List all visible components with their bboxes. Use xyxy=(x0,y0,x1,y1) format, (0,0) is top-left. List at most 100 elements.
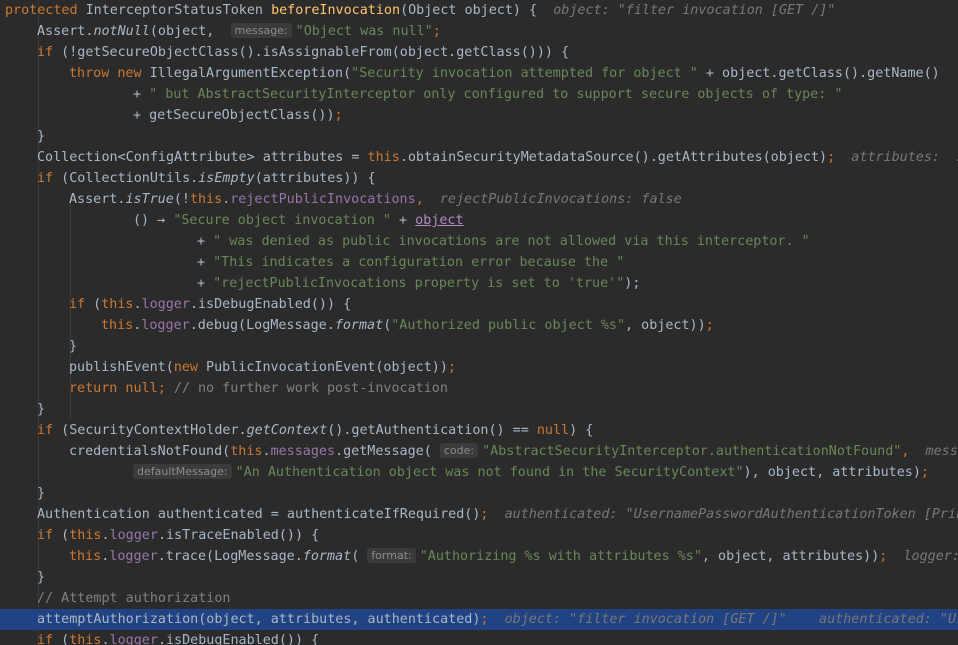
code-token: , object, attributes)) xyxy=(701,549,880,564)
code-token: format xyxy=(302,549,352,564)
code-token: (Object object) { xyxy=(400,3,554,18)
code-line[interactable]: throw new IllegalArgumentException("Secu… xyxy=(0,63,958,84)
code-line[interactable]: publishEvent(new PublicInvocationEvent(o… xyxy=(0,357,958,378)
keyword-token: this xyxy=(189,192,223,207)
code-token: attemptAuthorization(object, attributes,… xyxy=(37,612,481,627)
keyword-token: this xyxy=(69,528,102,543)
code-line[interactable]: // Attempt authorization xyxy=(0,588,958,609)
code-token: Collection<ConfigAttribute> attributes = xyxy=(37,150,368,165)
keyword-token: this xyxy=(101,318,134,333)
code-line[interactable]: return null; // no further work post-inv… xyxy=(0,378,958,399)
code-token: + object.getClass().getName() xyxy=(697,66,940,81)
keyword-token: new xyxy=(173,360,198,375)
code-line[interactable]: } xyxy=(0,336,958,357)
code-token: Authentication authenticated = authentic… xyxy=(37,507,481,522)
code-line[interactable]: if (this.logger.isTraceEnabled()) { xyxy=(0,525,958,546)
parameter-name-hint: format: xyxy=(367,548,416,563)
keyword-token: if xyxy=(37,171,54,186)
code-token: () → xyxy=(133,213,174,228)
code-line[interactable]: + "rejectPublicInvocations property is s… xyxy=(0,273,958,294)
string-literal: "Object was null" xyxy=(295,24,433,39)
parameter-name-hint: message: xyxy=(230,23,292,38)
code-token: (! xyxy=(173,192,190,207)
code-token: .debug(LogMessage. xyxy=(189,318,335,333)
code-editor[interactable]: protected InterceptorStatusToken beforeI… xyxy=(0,0,958,645)
debugger-inline-value: rejectPublicInvocations: false xyxy=(439,192,682,207)
debugger-inline-value: logger: xyxy=(903,549,958,564)
code-line[interactable]: } xyxy=(0,483,958,504)
code-line[interactable]: + " was denied as public invocations are… xyxy=(0,231,958,252)
code-line[interactable]: Assert.notNull(object, message: "Object w… xyxy=(0,21,958,42)
code-token: Assert. xyxy=(69,192,126,207)
code-line[interactable]: } xyxy=(0,567,958,588)
code-line[interactable]: this.logger.debug(LogMessage.format("Aut… xyxy=(0,315,958,336)
code-token: InterceptorStatusToken xyxy=(85,3,272,18)
code-line[interactable]: defaultMessage: "An Authentication object… xyxy=(0,462,958,483)
keyword-token: ; xyxy=(920,465,929,480)
debugger-inline-value: authenticated: "UsernamePasswordAuthenti… xyxy=(504,507,958,522)
code-line[interactable]: if (this.logger.isDebugEnabled()) { xyxy=(0,294,958,315)
code-token: rejectPublicInvocations xyxy=(230,192,416,207)
code-token: logger xyxy=(141,318,190,333)
code-token: + xyxy=(197,276,214,291)
keyword-token: this xyxy=(69,549,102,564)
keyword-token: null xyxy=(536,423,570,438)
code-line[interactable]: if (!getSecureObjectClass().isAssignable… xyxy=(0,42,958,63)
code-token: .obtainSecurityMetadataSource().getAttri… xyxy=(399,150,828,165)
debugger-inline-value: object: "filter invocation [GET /]" xyxy=(553,3,836,18)
code-line[interactable]: } xyxy=(0,126,958,147)
code-line[interactable]: credentialsNotFound(this.messages.getMes… xyxy=(0,441,958,462)
keyword-token: protected xyxy=(5,3,78,18)
code-line[interactable]: this.logger.trace(LogMessage.format( for… xyxy=(0,546,958,567)
keyword-token: ; xyxy=(827,150,836,165)
string-literal: "rejectPublicInvocations property is set… xyxy=(213,276,625,291)
current-execution-line[interactable]: attemptAuthorization(object, attributes,… xyxy=(0,609,958,630)
code-line[interactable]: + " but AbstractSecurityInterceptor only… xyxy=(0,84,958,105)
code-token: + xyxy=(133,87,150,102)
code-token: ().getAuthentication() == xyxy=(327,423,537,438)
keyword-token: this xyxy=(367,150,400,165)
string-literal: "Security invocation attempted for objec… xyxy=(351,66,698,81)
code-token: logger xyxy=(109,528,158,543)
code-line[interactable]: if (this.logger.isDebugEnabled()) { xyxy=(0,630,958,645)
code-line[interactable]: Collection<ConfigAttribute> attributes =… xyxy=(0,147,958,168)
code-line[interactable]: } xyxy=(0,399,958,420)
keyword-token: if xyxy=(37,528,54,543)
keyword-token: if xyxy=(37,633,54,645)
string-literal: " but AbstractSecurityInterceptor only c… xyxy=(149,87,843,102)
code-token: .isTraceEnabled()) { xyxy=(157,528,320,543)
code-line[interactable]: Assert.isTrue(!this.rejectPublicInvocati… xyxy=(0,189,958,210)
debugger-inline-value: attributes: s xyxy=(851,150,958,165)
code-token: .isDebugEnabled()) { xyxy=(157,633,320,645)
code-line[interactable]: if (CollectionUtils.isEmpty(attributes))… xyxy=(0,168,958,189)
debugger-inline-value: message xyxy=(925,444,958,459)
code-line[interactable]: protected InterceptorStatusToken beforeI… xyxy=(0,0,958,21)
code-token: logger xyxy=(109,633,158,645)
keyword-token: if xyxy=(37,45,54,60)
variable-reference-link[interactable]: object xyxy=(415,213,463,228)
code-token: logger xyxy=(141,297,190,312)
code-line[interactable]: + getSecureObjectClass()); xyxy=(0,105,958,126)
keyword-token: if xyxy=(69,297,86,312)
code-line[interactable]: Authentication authenticated = authentic… xyxy=(0,504,958,525)
code-token: Assert. xyxy=(37,24,94,39)
string-literal: "AbstractSecurityInterceptor.authenticat… xyxy=(482,444,902,459)
keyword-token: this xyxy=(230,444,263,459)
code-token: + xyxy=(197,234,214,249)
code-line[interactable]: + "This indicates a configuration error … xyxy=(0,252,958,273)
keyword-token: this xyxy=(69,633,102,645)
code-token: PublicInvocationEvent(object)) xyxy=(198,360,448,375)
code-token: logger xyxy=(109,549,158,564)
code-token: + xyxy=(197,255,214,270)
code-token: } xyxy=(37,486,46,501)
string-literal: " was denied as public invocations are n… xyxy=(213,234,810,249)
keyword-token: throw new xyxy=(69,66,142,81)
code-line[interactable]: () → "Secure object invocation " + objec… xyxy=(0,210,958,231)
code-comment: // Attempt authorization xyxy=(37,591,231,606)
code-line[interactable]: if (SecurityContextHolder.getContext().g… xyxy=(0,420,958,441)
code-token: .isDebugEnabled()) { xyxy=(189,297,352,312)
